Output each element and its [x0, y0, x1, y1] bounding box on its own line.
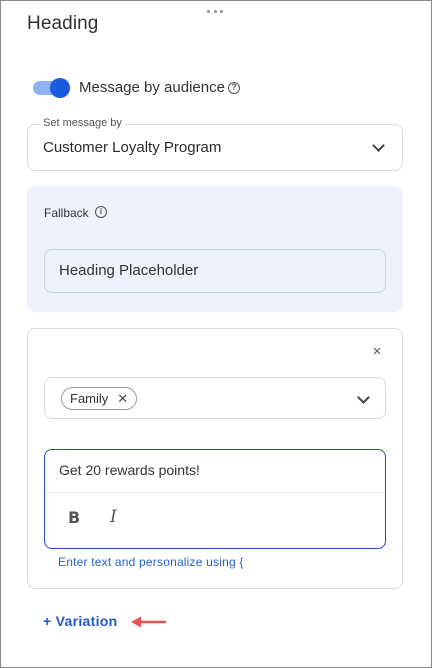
tag-chip-family[interactable]: Family ✕: [61, 387, 138, 410]
panel-title: Heading: [27, 13, 99, 34]
editor-text[interactable]: Get 20 rewards points!: [59, 462, 200, 478]
info-icon[interactable]: i: [95, 206, 107, 218]
fallback-label: Fallback: [44, 206, 89, 220]
remove-tag-icon[interactable]: ✕: [117, 392, 128, 405]
set-message-by-legend: Set message by: [40, 117, 125, 129]
set-message-by-value: Customer Loyalty Program: [43, 139, 222, 156]
message-by-audience-toggle[interactable]: [33, 78, 71, 98]
tag-chip-label: Family: [70, 391, 109, 406]
editor-divider: [45, 492, 385, 493]
red-arrow-icon: [131, 616, 167, 628]
toggle-knob: [50, 78, 70, 98]
add-variation-button[interactable]: + Variation: [43, 613, 118, 629]
drag-handle-icon[interactable]: [207, 10, 223, 14]
help-circle-icon[interactable]: ?: [228, 82, 240, 94]
personalize-helper-text: Enter text and personalize using {: [58, 555, 244, 569]
italic-button[interactable]: I: [110, 507, 117, 527]
close-icon[interactable]: ×: [371, 344, 383, 359]
toggle-label: Message by audience: [79, 79, 225, 96]
bold-button[interactable]: B: [68, 508, 80, 527]
fallback-input[interactable]: Heading Placeholder: [44, 249, 386, 293]
